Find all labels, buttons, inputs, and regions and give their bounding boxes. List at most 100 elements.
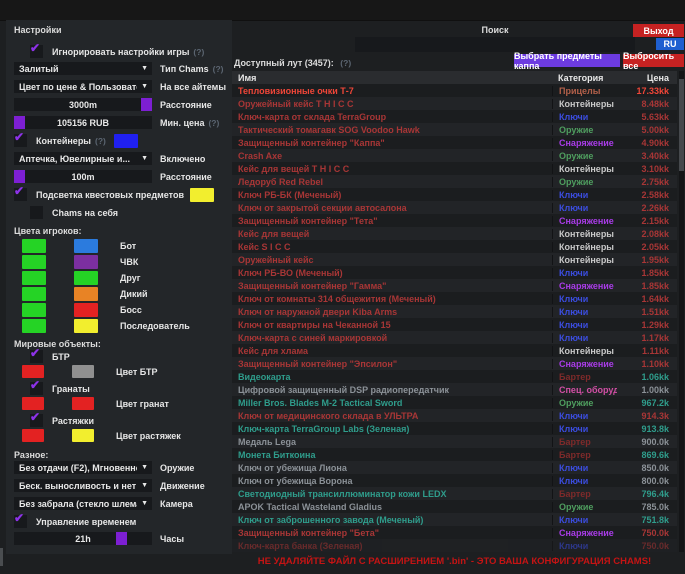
help-hint[interactable]: (?) [340,58,351,68]
visible-color-swatch[interactable] [22,319,46,333]
grenade-color-swatch[interactable] [22,397,44,410]
dropdown-value: Цвет по цене & Пользователь [14,82,137,92]
table-row[interactable]: Ключ-карта с синей маркировкойКлючи1.17k… [232,331,677,344]
item-name: Защищенный контейнер "Гамма" [232,281,552,291]
table-row[interactable]: Ледоруб Red RebelОружие2.75kk [232,175,677,188]
slider-value: 100m [14,172,152,182]
table-row[interactable]: Светодиодный трансиллюминатор кожи LEDXБ… [232,487,677,500]
table-row[interactable]: Ключ РБ-ВО (Меченый)Ключи1.85kk [232,266,677,279]
table-row[interactable]: Защищенный контейнер "Бета"Снаряжение750… [232,526,677,539]
through-color-swatch[interactable] [74,271,98,285]
through-color-swatch[interactable] [74,319,98,333]
movement-dropdown[interactable]: Беск. выносливость и нет уста ▼ [14,479,152,492]
table-row[interactable]: Ключ от медицинского склада в УЛЬТРАКлюч… [232,409,677,422]
slider-handle[interactable] [14,116,25,129]
table-row[interactable]: Ключ от заброшенного завода (Меченый)Клю… [232,513,677,526]
table-row[interactable]: APOK Tactical Wasteland GladiusОружие785… [232,500,677,513]
chams-self-checkbox[interactable] [30,206,43,219]
ignore-game-settings-checkbox[interactable]: ✔ [30,45,43,58]
table-row[interactable]: Ключ РБ-БК (Меченый)Ключи2.58kk [232,188,677,201]
table-row[interactable]: Оружейный кейс T H I C CКонтейнеры8.48kk [232,97,677,110]
quest-highlight-checkbox[interactable]: ✔ [14,188,27,201]
table-row[interactable]: Защищенный контейнер "Тета"Снаряжение2.1… [232,214,677,227]
table-row[interactable]: ВидеокартаБартер1.06kk [232,370,677,383]
table-row[interactable]: Тепловизионные очки Т-7Прицелы17.33kk [232,84,677,97]
table-row[interactable]: Защищенный контейнер "Гамма"Снаряжение1.… [232,279,677,292]
dropdown-value: Без забрала (стекло шлема) [14,499,137,509]
table-row[interactable]: Ключ-карта банка (Зеленая)Ключи750.0k [232,539,677,552]
tripwires-checkbox[interactable]: ✔ [30,414,43,427]
visible-color-swatch[interactable] [22,287,46,301]
setting-label: Мин. цена [160,118,204,128]
config-warning: НЕ УДАЛЯЙТЕ ФАЙЛ С РАСШИРЕНИЕМ '.bin' - … [232,556,677,567]
btr-color2-swatch[interactable] [72,365,94,378]
table-row[interactable]: Кейс для вещей T H I C CКонтейнеры3.10kk [232,162,677,175]
help-hint[interactable]: (?) [208,118,219,128]
containers-color-swatch[interactable] [114,134,138,148]
visible-color-swatch[interactable] [22,255,46,269]
through-color-swatch[interactable] [74,255,98,269]
column-header-category[interactable]: Категория [552,73,617,83]
table-row[interactable]: Кейс S I C CКонтейнеры2.05kk [232,240,677,253]
chams-type-dropdown[interactable]: Залитый ▼ [14,62,152,75]
language-button[interactable]: RU [656,38,684,50]
tripwire-color-swatch[interactable] [22,429,44,442]
table-row[interactable]: Ключ от квартиры на Чеканной 15Ключи1.29… [232,318,677,331]
visible-color-swatch[interactable] [22,303,46,317]
weapon-dropdown[interactable]: Без отдачи (F2), Мгновенное п ▼ [14,461,152,474]
time-control-checkbox[interactable]: ✔ [14,515,27,528]
table-row[interactable]: Ключ от убежища ЛионаКлючи850.0k [232,461,677,474]
table-row[interactable]: Crash AxeОружие3.40kk [232,149,677,162]
visible-color-swatch[interactable] [22,239,46,253]
distance-slider[interactable]: 3000m [14,98,152,111]
table-row[interactable]: Медаль LegaБартер900.0k [232,435,677,448]
help-hint[interactable]: (?) [193,47,204,57]
quest-color-swatch[interactable] [190,188,214,202]
meds-distance-slider[interactable]: 100m [14,170,152,183]
table-row[interactable]: Ключ от убежища ВоронаКлючи800.0k [232,474,677,487]
table-row[interactable]: Ключ от комнаты 314 общежития (Меченый)К… [232,292,677,305]
grenade-color2-swatch[interactable] [72,397,94,410]
table-row[interactable]: Miller Bros. Blades M-2 Tactical SwordОр… [232,396,677,409]
table-row[interactable]: Ключ от наружной двери Kiba ArmsКлючи1.5… [232,305,677,318]
table-row[interactable]: Кейс для хламаКонтейнеры1.11kk [232,344,677,357]
table-scrollbar[interactable] [679,71,684,552]
slider-handle[interactable] [116,532,127,545]
setting-min-price: 105156 RUB Мин. цена (?) [14,116,229,129]
table-row[interactable]: Ключ от закрытой секции автосалонаКлючи2… [232,201,677,214]
btr-checkbox[interactable]: ✔ [30,350,43,363]
help-hint[interactable]: (?) [213,64,224,74]
column-header-name[interactable]: Имя [232,73,552,83]
through-color-swatch[interactable] [74,303,98,317]
table-row[interactable]: Защищенный контейнер "Эпсилон"Снаряжение… [232,357,677,370]
item-mode-dropdown[interactable]: Цвет по цене & Пользователь ▼ [14,80,152,93]
help-hint[interactable]: (?) [95,136,106,146]
exit-button[interactable]: Выход [633,24,684,37]
drop-all-button[interactable]: Выбросить все [623,54,684,67]
table-row[interactable]: Цифровой защищенный DSP радиопередатчикС… [232,383,677,396]
table-row[interactable]: Монета БиткоинаБартер869.6k [232,448,677,461]
camera-dropdown[interactable]: Без забрала (стекло шлема) ▼ [14,497,152,510]
slider-handle[interactable] [14,170,25,183]
table-row[interactable]: Тактический томагавк SOG Voodoo HawkОруж… [232,123,677,136]
visible-color-swatch[interactable] [22,271,46,285]
tripwire-color2-swatch[interactable] [72,429,94,442]
select-kappa-items-button[interactable]: Выбрать предметы каппа [514,54,620,67]
min-price-slider[interactable]: 105156 RUB [14,116,152,129]
scrollbar-thumb[interactable] [679,79,684,171]
table-row[interactable]: Защищенный контейнер "Каппа"Снаряжение4.… [232,136,677,149]
window-scrollbar-fragment[interactable] [0,548,3,566]
slider-handle[interactable] [141,98,152,111]
table-row[interactable]: Оружейный кейсКонтейнеры1.95kk [232,253,677,266]
column-header-price[interactable]: Цена [617,73,677,83]
btr-color-swatch[interactable] [22,365,44,378]
grenades-checkbox[interactable]: ✔ [30,382,43,395]
table-row[interactable]: Ключ-карта от склада TerraGroupКлючи5.63… [232,110,677,123]
time-slider[interactable]: 21h [14,532,152,545]
through-color-swatch[interactable] [74,287,98,301]
meds-jewelry-dropdown[interactable]: Аптечка, Ювелирные и... ▼ [14,152,152,165]
table-row[interactable]: Ключ-карта TerraGroup Labs (Зеленая)Ключ… [232,422,677,435]
through-color-swatch[interactable] [74,239,98,253]
table-row[interactable]: Кейс для вещейКонтейнеры2.08kk [232,227,677,240]
containers-checkbox[interactable]: ✔ [14,134,27,147]
